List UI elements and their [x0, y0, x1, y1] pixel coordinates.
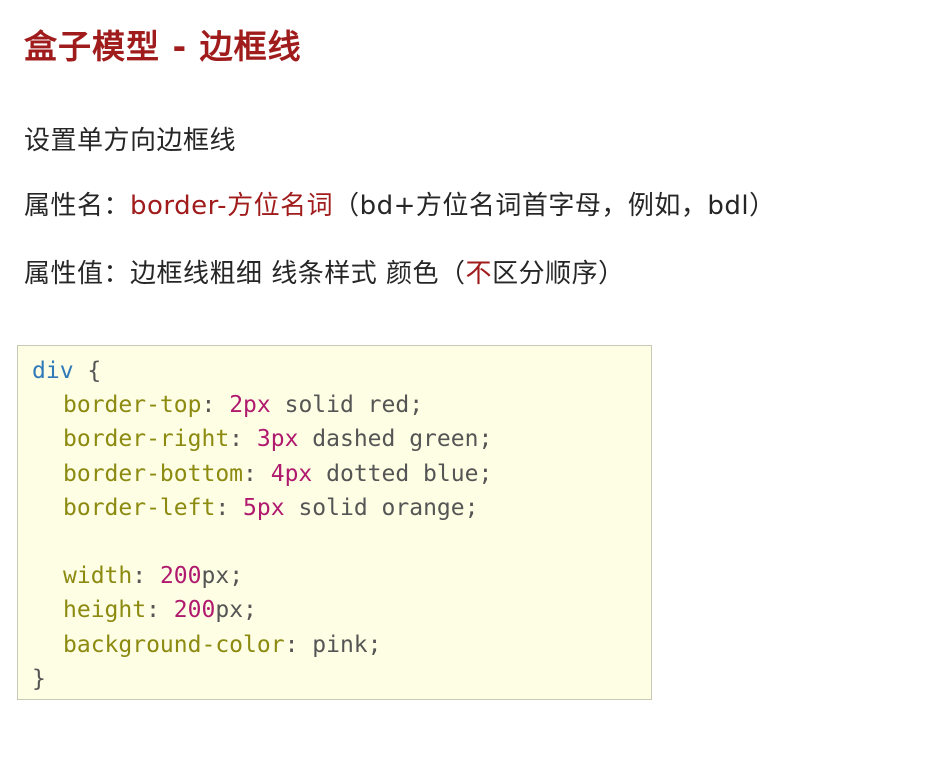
code-value: dotted blue; [312, 460, 493, 487]
property-name-keyword: border-方位名词 [130, 191, 334, 221]
code-property: border-top [63, 392, 202, 419]
property-value-highlight: 不 [465, 259, 493, 289]
code-unit: px [256, 494, 285, 521]
code-property: border-right [63, 426, 230, 453]
code-line: border-top: 2px solid red; [32, 388, 651, 422]
code-value: pink; [312, 631, 382, 658]
code-unit: px [284, 460, 313, 487]
code-property: height [63, 597, 147, 624]
code-colon: : [132, 563, 160, 590]
code-unit: px [201, 563, 230, 590]
code-line: background-color: pink; [32, 628, 651, 662]
code-number: 200 [159, 563, 202, 590]
code-colon: : [284, 631, 313, 658]
code-property: border-left [63, 494, 216, 521]
code-line-selector: div { [32, 354, 651, 388]
code-unit: px [215, 597, 244, 624]
code-selector: div [32, 358, 74, 384]
code-line-close: } [32, 662, 651, 696]
property-name-note: （bd+方位名词首字母，例如，bdl） [333, 191, 776, 221]
code-unit: px [243, 392, 271, 419]
code-value: solid orange; [284, 494, 479, 521]
code-value: ; [243, 597, 257, 624]
code-property: width [63, 563, 133, 590]
code-number: 200 [173, 597, 216, 624]
code-close-brace: } [32, 665, 46, 692]
property-value-text: 边框线粗细 线条样式 颜色（ [130, 259, 466, 289]
intro-text: 设置单方向边框线 [24, 126, 237, 156]
code-property: background-color [63, 631, 285, 658]
property-value-label: 属性值： [24, 259, 131, 289]
code-colon: : [215, 494, 244, 521]
code-colon: : [201, 392, 230, 419]
code-value: dashed green; [298, 426, 493, 453]
code-line: border-bottom: 4px dotted blue; [32, 457, 651, 491]
code-line: border-left: 5px solid orange; [32, 491, 651, 525]
code-number: 5 [243, 494, 257, 521]
property-value-line: 属性值：边框线粗细 线条样式 颜色（不区分顺序） [24, 253, 625, 290]
code-block: div { border-top: 2px solid red; border-… [17, 345, 652, 700]
code-colon: : [146, 597, 174, 624]
code-number: 4 [270, 460, 285, 487]
property-value-text-end: 区分顺序） [492, 259, 625, 289]
property-name-line: 属性名：border-方位名词（bd+方位名词首字母，例如，bdl） [24, 185, 776, 222]
property-name-label: 属性名： [24, 191, 131, 221]
code-unit: px [270, 426, 299, 453]
code-number: 2 [229, 392, 244, 419]
code-property: border-bottom [63, 460, 244, 487]
code-line: height: 200px; [32, 593, 651, 627]
code-colon: : [243, 460, 271, 487]
code-value: solid red; [270, 392, 424, 419]
code-colon: : [229, 426, 257, 453]
code-number: 3 [256, 426, 271, 453]
page-title: 盒子模型 - 边框线 [24, 27, 302, 66]
code-open-brace: { [87, 358, 102, 384]
code-line: width: 200px; [32, 559, 651, 593]
code-value: ; [229, 563, 244, 590]
code-line: border-right: 3px dashed green; [32, 422, 651, 456]
